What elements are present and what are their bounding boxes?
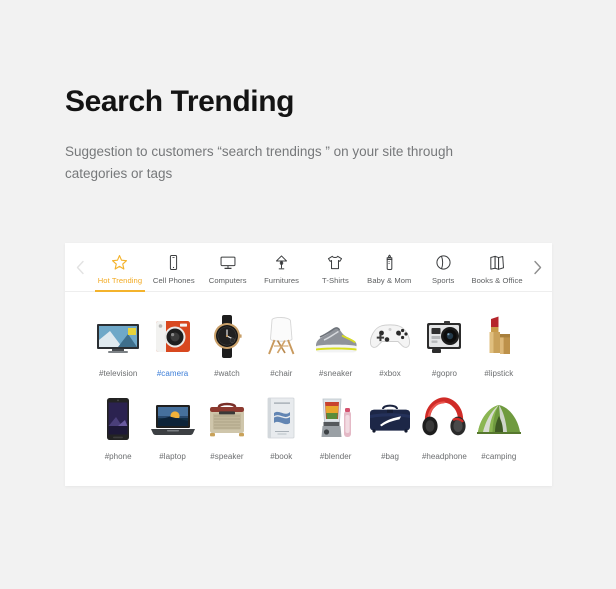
tab-label: Computers — [208, 275, 247, 285]
page-title: Search Trending — [65, 85, 295, 118]
item-sneaker[interactable]: #sneaker — [309, 310, 363, 379]
tab-label: Baby & Mom — [367, 275, 412, 285]
laptop-thumb — [147, 393, 199, 445]
tab-hot-trending[interactable]: Hot Trending — [93, 243, 147, 292]
tab-label: Sports — [431, 275, 455, 285]
ball-icon — [435, 252, 452, 271]
heading-block: Search Trending Suggestion to customers … — [65, 84, 525, 185]
item-label: #laptop — [159, 452, 186, 461]
headphone-thumb — [418, 393, 470, 445]
page-root: Search Trending Suggestion to customers … — [0, 0, 616, 589]
chevron-left-icon — [76, 260, 85, 275]
sneaker-thumb — [310, 310, 362, 362]
item-label: #camping — [481, 452, 517, 461]
books-icon — [488, 252, 506, 271]
tab-baby-and-mom[interactable]: Baby & Mom — [362, 243, 416, 291]
item-label: #headphone — [421, 452, 467, 461]
active-tab-underline — [95, 290, 145, 292]
tab-t-shirts[interactable]: T-Shirts — [309, 243, 363, 291]
item-camera[interactable]: #camera — [145, 310, 199, 379]
tab-books-and-office[interactable]: Books & Office — [470, 243, 524, 291]
camera-thumb — [147, 310, 199, 362]
carousel-next-button[interactable] — [524, 243, 550, 291]
item-label: #chair — [270, 369, 293, 378]
item-label: #book — [270, 452, 293, 461]
item-watch[interactable]: #watch — [200, 310, 254, 379]
tab-label: T-Shirts — [322, 275, 349, 285]
phone-thumb — [92, 393, 144, 445]
item-bag[interactable]: #bag — [363, 393, 417, 462]
search-trending-card: Hot Trending Cell Phones Computers Furni… — [65, 243, 552, 486]
bag-thumb — [364, 393, 416, 445]
monitor-icon — [219, 252, 237, 271]
speaker-thumb — [201, 393, 253, 445]
grid-row: #television #camera #watch #chair #sneak… — [91, 310, 526, 379]
tab-label: Hot Trending — [97, 275, 143, 285]
item-lipstick[interactable]: #lipstick — [472, 310, 526, 379]
item-speaker[interactable]: #speaker — [200, 393, 254, 462]
item-xbox[interactable]: #xbox — [363, 310, 417, 379]
smartphone-icon — [165, 252, 182, 271]
item-label: #television — [99, 369, 138, 378]
grid-row: #phone #laptop #speaker #book #blender #… — [91, 393, 526, 462]
lipstick-thumb — [473, 310, 525, 362]
item-chair[interactable]: #chair — [254, 310, 308, 379]
tab-sports[interactable]: Sports — [416, 243, 470, 291]
actioncam-thumb — [418, 310, 470, 362]
item-label: #phone — [104, 452, 132, 461]
tshirt-icon — [326, 252, 344, 271]
item-label: #bag — [381, 452, 400, 461]
item-label: #watch — [214, 369, 240, 378]
item-headphone[interactable]: #headphone — [417, 393, 471, 462]
category-tabbar: Hot Trending Cell Phones Computers Furni… — [65, 243, 552, 292]
item-label: #blender — [319, 452, 352, 461]
item-blender[interactable]: #blender — [309, 393, 363, 462]
item-label: #lipstick — [484, 369, 514, 378]
blender-thumb — [310, 393, 362, 445]
tab-label: Furnitures — [264, 275, 300, 285]
item-label: #gopro — [431, 369, 458, 378]
item-label: #xbox — [379, 369, 401, 378]
watch-thumb — [201, 310, 253, 362]
chair-thumb — [255, 310, 307, 362]
television-thumb — [92, 310, 144, 362]
item-camping[interactable]: #camping — [472, 393, 526, 462]
item-label: #sneaker — [319, 369, 353, 378]
tent-thumb — [473, 393, 525, 445]
trending-items-grid: #television #camera #watch #chair #sneak… — [65, 292, 552, 462]
lamp-icon — [273, 252, 290, 271]
item-label: #speaker — [210, 452, 244, 461]
item-label: #camera — [156, 369, 189, 378]
item-phone[interactable]: #phone — [91, 393, 145, 462]
category-tab-list: Hot Trending Cell Phones Computers Furni… — [93, 243, 524, 292]
tab-label: Books & Office — [471, 275, 523, 285]
item-gopro[interactable]: #gopro — [417, 310, 471, 379]
book-thumb — [255, 393, 307, 445]
item-television[interactable]: #television — [91, 310, 145, 379]
gamepad-thumb — [364, 310, 416, 362]
carousel-prev-button[interactable] — [67, 243, 93, 291]
star-icon — [111, 252, 128, 271]
item-laptop[interactable]: #laptop — [145, 393, 199, 462]
baby-bottle-icon — [381, 252, 398, 271]
tab-cell-phones[interactable]: Cell Phones — [147, 243, 201, 291]
chevron-right-icon — [533, 260, 542, 275]
page-subtitle: Suggestion to customers “search trending… — [65, 144, 453, 181]
item-book[interactable]: #book — [254, 393, 308, 462]
tab-furnitures[interactable]: Furnitures — [255, 243, 309, 291]
tab-label: Cell Phones — [152, 275, 195, 285]
tab-computers[interactable]: Computers — [201, 243, 255, 291]
